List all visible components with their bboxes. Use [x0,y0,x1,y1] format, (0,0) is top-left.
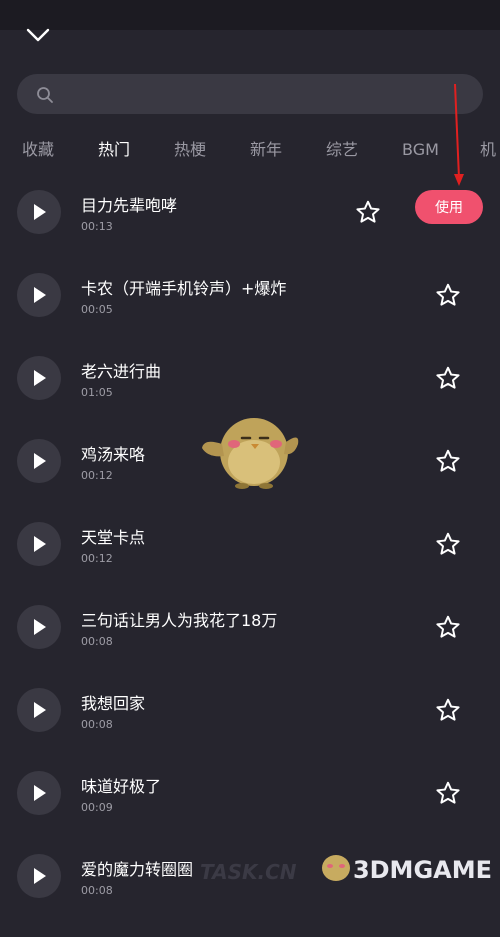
song-title: 三句话让男人为我花了18万 [81,611,278,630]
favorite-button[interactable] [435,697,461,723]
play-icon [34,453,46,469]
play-icon [34,287,46,303]
song-duration: 00:12 [81,552,113,565]
song-duration: 00:13 [81,220,113,233]
song-duration: 00:05 [81,303,113,316]
song-title: 目力先辈咆哮 [81,196,178,215]
song-title: 卡农（开端手机铃声）+爆炸 [81,279,287,298]
song-title: 味道好极了 [81,777,162,796]
song-row[interactable]: 目力先辈咆哮 00:13 使用 [0,190,500,273]
favorite-button[interactable] [435,448,461,474]
watermark-site: TASK.CN [200,860,297,884]
song-duration: 00:09 [81,801,113,814]
watermark-brand: 3DMGAME [352,856,492,884]
use-button[interactable]: 使用 [415,190,483,224]
song-title: 爱的魔力转圈圈 [81,860,194,879]
play-icon [34,204,46,220]
favorite-button[interactable] [435,614,461,640]
tab-variety[interactable]: 综艺 [326,136,358,164]
play-icon [34,702,46,718]
song-row[interactable]: 我想回家 00:08 [0,688,500,771]
tab-more[interactable]: 机 [480,136,496,164]
song-row[interactable]: 卡农（开端手机铃声）+爆炸 00:05 [0,273,500,356]
search-input[interactable] [63,74,467,116]
play-icon [34,619,46,635]
star-icon [436,449,460,472]
tab-popular[interactable]: 热门 [98,136,130,164]
star-icon [436,283,460,306]
song-title: 鸡汤来咯 [81,445,146,464]
song-duration: 00:08 [81,718,113,731]
play-button[interactable] [17,273,61,317]
tab-new-year[interactable]: 新年 [250,136,282,164]
favorite-button[interactable] [435,531,461,557]
favorite-button[interactable] [355,199,381,225]
play-icon [34,370,46,386]
song-duration: 01:05 [81,386,113,399]
star-icon [436,366,460,389]
search-bar[interactable] [17,74,483,116]
song-duration: 00:08 [81,884,113,897]
favorite-button[interactable] [435,282,461,308]
song-duration: 00:12 [81,469,113,482]
play-button[interactable] [17,854,61,898]
category-tabs: 收藏 热门 热梗 新年 综艺 BGM 机 [0,136,500,166]
collapse-button[interactable] [24,24,52,44]
star-icon [436,615,460,638]
play-icon [34,785,46,801]
mascot-illustration [202,418,299,489]
favorite-button[interactable] [435,780,461,806]
star-icon [436,698,460,721]
favorite-button[interactable] [435,365,461,391]
song-row[interactable]: 味道好极了 00:09 [0,771,500,854]
tab-bgm[interactable]: BGM [402,136,439,164]
play-button[interactable] [17,356,61,400]
annotation-arrow [454,83,464,186]
star-icon [436,781,460,804]
play-button[interactable] [17,688,61,732]
play-icon [34,536,46,552]
song-row[interactable]: 三句话让男人为我花了18万 00:08 [0,605,500,688]
star-icon [356,200,380,223]
play-button[interactable] [17,522,61,566]
star-icon [436,532,460,555]
watermark: TASK.CN 3DMGAME [180,846,500,889]
play-button[interactable] [17,771,61,815]
song-row[interactable]: 天堂卡点 00:12 [0,522,500,605]
play-button[interactable] [17,605,61,649]
chevron-down-icon [26,28,50,42]
search-icon [37,87,53,103]
song-title: 天堂卡点 [81,528,146,547]
song-title: 老六进行曲 [81,362,162,381]
status-bar [0,0,500,30]
play-icon [34,868,46,884]
song-title: 我想回家 [81,694,146,713]
song-duration: 00:08 [81,635,113,648]
tab-favorites[interactable]: 收藏 [22,136,54,164]
play-button[interactable] [17,190,61,234]
tab-memes[interactable]: 热梗 [174,136,206,164]
play-button[interactable] [17,439,61,483]
watermark-mascot-icon [322,855,350,881]
